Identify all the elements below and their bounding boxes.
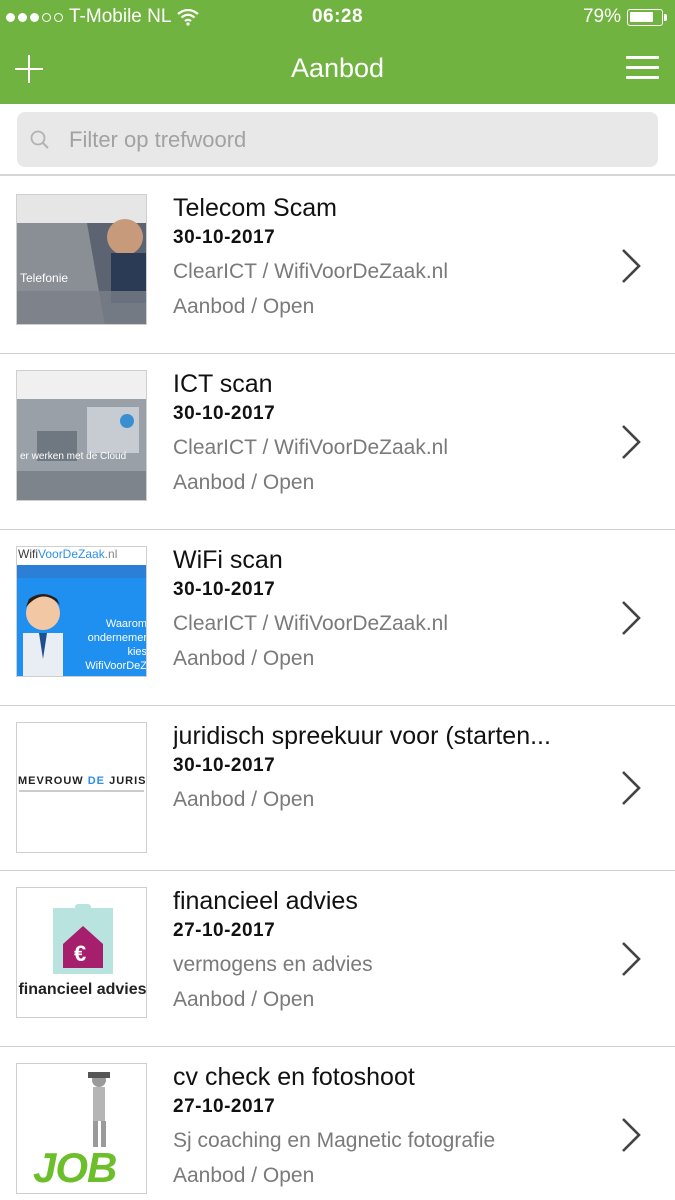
chevron-right-icon — [622, 1118, 641, 1152]
battery-icon — [627, 8, 667, 26]
item-status: Aanbod / Open — [173, 1164, 315, 1187]
search-box[interactable] — [17, 112, 658, 167]
thumbnail-caption: JOB — [33, 1144, 117, 1191]
chevron-right-icon — [622, 942, 641, 976]
item-thumbnail: Telefonie — [16, 194, 147, 325]
thumbnail-logo: MEVROUW DE JURISTE — [18, 775, 147, 787]
thumbnail-caption: Waarom ondernemer kies WifiVoorDeZ — [85, 618, 147, 672]
item-status: Aanbod / Open — [173, 788, 315, 811]
item-date: 27-10-2017 — [173, 1096, 276, 1117]
item-title: Telecom Scam — [173, 194, 337, 222]
item-title: WiFi scan — [173, 546, 283, 574]
item-subtitle: ClearICT / WifiVoorDeZaak.nl — [173, 436, 449, 459]
chevron-right-icon — [622, 601, 641, 635]
nav-bar: Aanbod — [0, 34, 675, 104]
chevron-right-icon — [622, 771, 641, 805]
item-date: 30-10-2017 — [173, 579, 276, 600]
thumbnail-caption: Telefonie — [20, 271, 69, 285]
search-input[interactable] — [69, 112, 639, 167]
item-status: Aanbod / Open — [173, 471, 315, 494]
item-thumbnail: er werken met de Cloud — [16, 370, 147, 501]
item-date: 27-10-2017 — [173, 920, 276, 941]
item-date: 30-10-2017 — [173, 403, 276, 424]
list-item[interactable]: MEVROUW DE JURISTE juridisch spreekuur v… — [0, 706, 675, 871]
item-date: 30-10-2017 — [173, 755, 276, 776]
top-bar: T-Mobile NL 06:28 79% Aanbod — [0, 0, 675, 104]
list-item[interactable]: er werken met de Cloud ICT scan 30-10-20… — [0, 354, 675, 530]
page-title: Aanbod — [290, 53, 385, 83]
item-thumbnail: MEVROUW DE JURISTE — [16, 722, 147, 853]
list-item[interactable]: WifiVoorDeZaak.nl Waarom ondernemer kies… — [0, 530, 675, 706]
item-status: Aanbod / Open — [173, 988, 315, 1011]
thumbnail-caption: er werken met de Cloud — [20, 451, 127, 462]
item-title: financieel advies — [173, 887, 358, 915]
chevron-right-icon — [622, 425, 641, 459]
item-date: 30-10-2017 — [173, 227, 276, 248]
item-title: juridisch spreekuur voor (starten... — [173, 722, 551, 750]
list-item[interactable]: Telefonie Telecom Scam 30-10-2017 ClearI… — [0, 178, 675, 354]
item-title: ICT scan — [173, 370, 273, 398]
battery-percent: 79% — [582, 6, 621, 27]
item-subtitle: ClearICT / WifiVoorDeZaak.nl — [173, 260, 449, 283]
clock: 06:28 — [311, 6, 364, 27]
item-thumbnail: WifiVoorDeZaak.nl Waarom ondernemer kies… — [16, 546, 147, 677]
item-title: cv check en fotoshoot — [173, 1063, 415, 1091]
item-status: Aanbod / Open — [173, 295, 315, 318]
item-subtitle: vermogens en advies — [173, 953, 373, 976]
hamburger-menu-icon[interactable] — [626, 55, 659, 81]
item-status: Aanbod / Open — [173, 647, 315, 670]
thumbnail-logo: WifiVoorDeZaak.nl — [18, 547, 118, 561]
list-item[interactable]: JOB cv check en fotoshoot 27-10-2017 Sj … — [0, 1047, 675, 1200]
item-thumbnail: € financieel advies — [16, 887, 147, 1018]
search-bar-area — [0, 104, 675, 176]
status-bar: T-Mobile NL 06:28 79% — [0, 0, 675, 34]
euro-icon: € — [74, 941, 87, 966]
item-subtitle: ClearICT / WifiVoorDeZaak.nl — [173, 612, 449, 635]
item-thumbnail: JOB — [16, 1063, 147, 1194]
search-icon — [29, 129, 51, 156]
item-subtitle: Sj coaching en Magnetic fotografie — [173, 1129, 496, 1152]
thumbnail-caption: financieel advies — [18, 981, 147, 998]
offer-list: Telefonie Telecom Scam 30-10-2017 ClearI… — [0, 178, 675, 1200]
list-item[interactable]: € financieel advies financieel advies 27… — [0, 871, 675, 1047]
chevron-right-icon — [622, 249, 641, 283]
